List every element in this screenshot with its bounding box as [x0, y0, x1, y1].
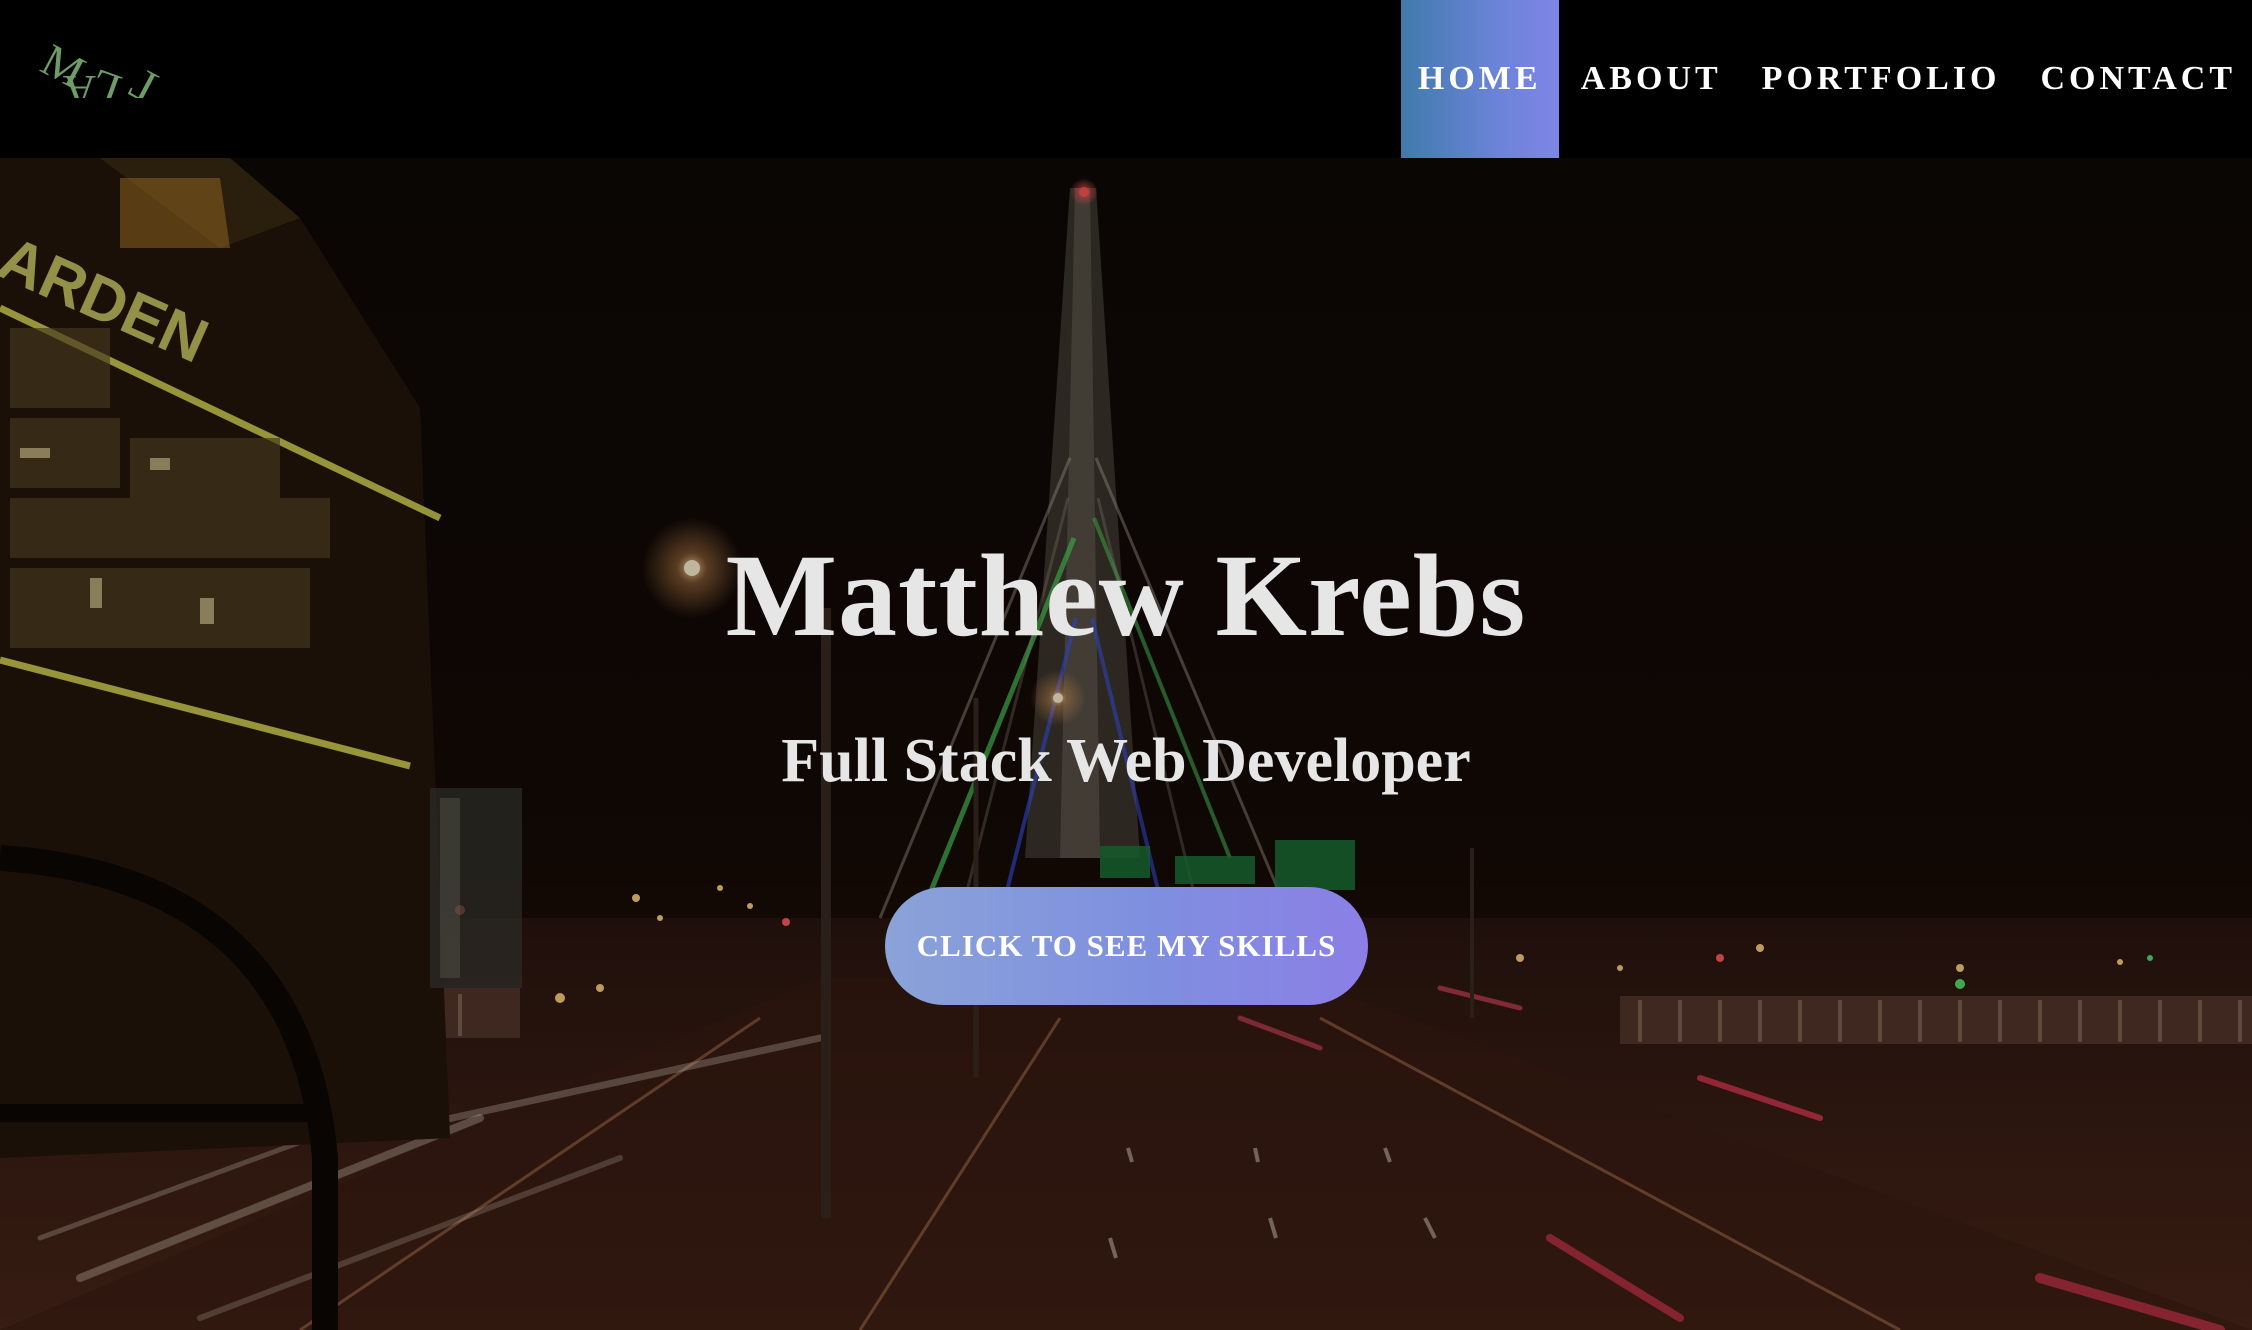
- cta-label: CLICK TO SEE MY SKILLS: [916, 928, 1337, 963]
- hero-section: ARDEN Matthew Krebs Full Stack Web Devel…: [0, 158, 2252, 1330]
- nav-item-about[interactable]: ABOUT: [1561, 0, 1742, 158]
- nav-item-label: HOME: [1417, 60, 1542, 97]
- hero-subtitle: Full Stack Web Developer: [781, 727, 1471, 795]
- logo-letter-t: T: [122, 58, 168, 98]
- logo-icon[interactable]: M A L T: [28, 18, 170, 117]
- main-nav: HOME ABOUT PORTFOLIO CONTACT: [1400, 0, 2252, 158]
- nav-item-label: ABOUT: [1580, 60, 1722, 97]
- nav-item-label: CONTACT: [2040, 60, 2236, 97]
- nav-item-portfolio[interactable]: PORTFOLIO: [1742, 0, 2021, 158]
- nav-item-home[interactable]: HOME: [1400, 0, 1559, 158]
- hero-title: Matthew Krebs: [725, 530, 1527, 661]
- navbar: M A L T HOME ABOUT PORTFOLIO CONTACT: [0, 0, 2252, 158]
- nav-item-label: PORTFOLIO: [1761, 60, 2001, 97]
- see-skills-button[interactable]: CLICK TO SEE MY SKILLS: [885, 887, 1368, 1005]
- nav-item-contact[interactable]: CONTACT: [2021, 0, 2252, 158]
